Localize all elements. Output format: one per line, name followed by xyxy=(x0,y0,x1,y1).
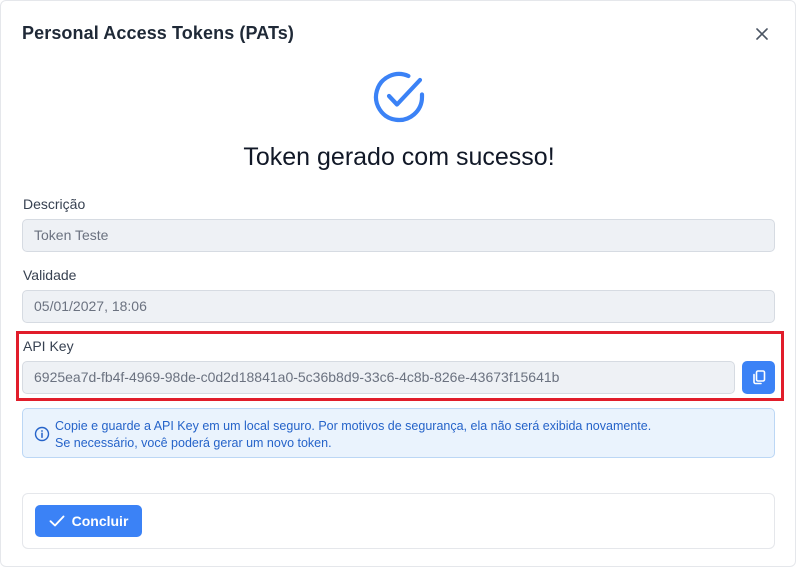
validity-label: Validade xyxy=(23,267,77,283)
confirm-button[interactable]: Concluir xyxy=(35,505,142,537)
info-icon xyxy=(34,426,50,442)
info-line-2: Se necessário, você poderá gerar um novo… xyxy=(55,436,332,450)
confirm-button-label: Concluir xyxy=(71,513,129,529)
copy-api-key-button[interactable] xyxy=(742,361,775,394)
modal-footer: Concluir xyxy=(22,493,775,549)
info-alert: Copie e guarde a API Key em um local seg… xyxy=(22,408,775,458)
check-icon xyxy=(49,515,65,527)
pat-modal: Personal Access Tokens (PATs) Token gera… xyxy=(0,0,796,567)
info-line-1: Copie e guarde a API Key em um local seg… xyxy=(55,419,652,433)
copy-icon xyxy=(752,370,765,385)
validity-field[interactable]: 05/01/2027, 18:06 xyxy=(22,290,775,323)
close-icon xyxy=(756,28,768,40)
description-field[interactable]: Token Teste xyxy=(22,219,775,252)
description-label: Descrição xyxy=(23,196,86,212)
api-key-label: API Key xyxy=(23,338,74,354)
modal-title: Personal Access Tokens (PATs) xyxy=(22,23,294,43)
info-text: Copie e guarde a API Key em um local seg… xyxy=(55,418,651,452)
close-button[interactable] xyxy=(751,23,773,45)
success-title: Token gerado com sucesso! xyxy=(243,143,555,171)
check-circle-icon xyxy=(373,71,425,123)
api-key-field[interactable]: 6925ea7d-fb4f-4969-98de-c0d2d18841a0-5c3… xyxy=(22,361,735,394)
